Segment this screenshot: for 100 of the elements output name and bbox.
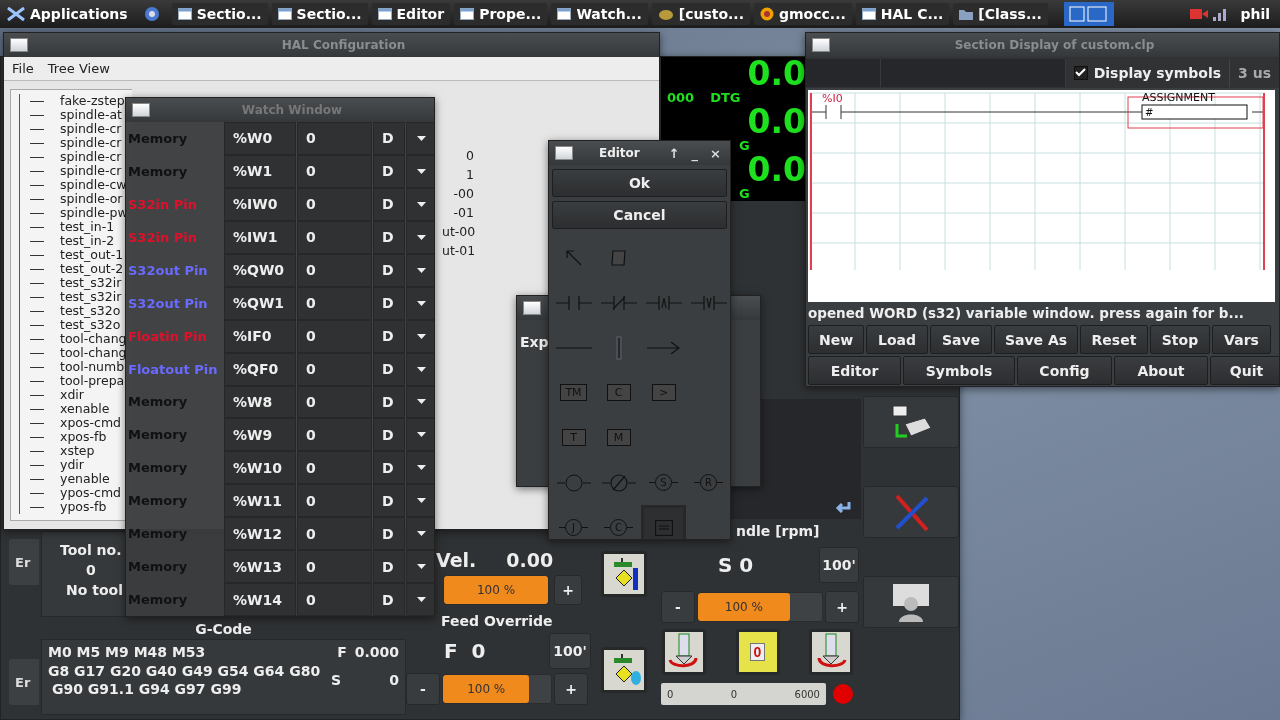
increase-button[interactable]: +: [825, 591, 859, 623]
format-dropdown[interactable]: [406, 451, 434, 485]
max-value-button[interactable]: 100': [549, 633, 591, 669]
task-button[interactable]: gmocc...: [754, 3, 852, 25]
format-dropdown[interactable]: [406, 484, 434, 518]
tree-item[interactable]: ydir: [60, 458, 84, 472]
coolant-button[interactable]: [600, 647, 647, 693]
tree-item[interactable]: test_s32ir: [60, 290, 122, 304]
tree-item[interactable]: test_out-1: [60, 248, 124, 262]
tree-item[interactable]: fake-zstep: [60, 94, 125, 108]
increase-button[interactable]: +: [554, 673, 588, 705]
tree-item[interactable]: tool-chang: [60, 346, 127, 360]
menu-item[interactable]: File: [12, 61, 34, 76]
toolbar-button[interactable]: Editor: [808, 356, 901, 385]
tree-item[interactable]: xstep: [60, 444, 95, 458]
side-tab[interactable]: Er: [9, 539, 39, 585]
task-button[interactable]: HAL C...: [855, 3, 950, 25]
toolbar-button[interactable]: Quit: [1210, 356, 1279, 385]
variable-name[interactable]: %W12: [224, 517, 296, 551]
spindle-button[interactable]: [809, 629, 853, 675]
variable-name[interactable]: %IF0: [224, 319, 296, 353]
tree-item[interactable]: spindle-or: [60, 192, 123, 206]
tree-item[interactable]: test_s32o: [60, 318, 121, 332]
task-button[interactable]: [custo...: [651, 3, 750, 25]
format-dropdown[interactable]: [406, 187, 434, 221]
spindle-button[interactable]: 0: [735, 629, 780, 675]
toolbar-button[interactable]: Save As: [994, 325, 1078, 354]
format-dropdown[interactable]: [406, 253, 434, 287]
window-control[interactable]: _: [688, 145, 702, 161]
override-slider[interactable]: 100 %: [697, 592, 823, 622]
tree-item[interactable]: ypos-cmd: [60, 486, 121, 500]
format-dropdown[interactable]: [406, 583, 434, 616]
format-dropdown[interactable]: [406, 154, 434, 188]
workspace-switcher-icon[interactable]: [1063, 2, 1114, 26]
tree-item[interactable]: test_s32o: [60, 304, 121, 318]
toolbar-button[interactable]: Stop: [1150, 325, 1210, 354]
globe-icon[interactable]: [143, 6, 160, 22]
tree-item[interactable]: tool-chang: [60, 332, 127, 346]
display-symbols-checkbox[interactable]: Display symbols: [1073, 64, 1230, 81]
variable-name[interactable]: %W13: [224, 550, 296, 584]
variable-name[interactable]: %W1: [224, 154, 296, 188]
text-field[interactable]: [806, 58, 881, 87]
override-slider[interactable]: 100 %: [442, 674, 552, 704]
format-dropdown[interactable]: [406, 418, 434, 452]
menu-item[interactable]: Tree View: [47, 61, 110, 76]
assignment-field[interactable]: [1141, 104, 1248, 120]
decrease-button[interactable]: -: [661, 591, 695, 623]
tree-item[interactable]: test_in-1: [60, 220, 115, 234]
format-dropdown[interactable]: [406, 286, 434, 320]
toolbar-button[interactable]: Reset: [1080, 325, 1148, 354]
window-control[interactable]: ×: [707, 145, 724, 161]
tree-item[interactable]: tool-prepa: [60, 374, 125, 388]
enter-icon[interactable]: [835, 501, 851, 513]
task-button[interactable]: Sectio...: [271, 3, 368, 25]
variable-name[interactable]: %QW1: [224, 286, 296, 320]
tree-item[interactable]: spindle-at: [60, 108, 122, 122]
override-slider[interactable]: 100 %: [443, 575, 549, 605]
tree-item[interactable]: xpos-cmd: [60, 416, 121, 430]
settings-button[interactable]: [863, 486, 959, 538]
dialog-button[interactable]: Cancel: [552, 201, 727, 229]
tree-item[interactable]: spindle-cr: [60, 136, 122, 150]
applications-menu[interactable]: Applications: [6, 6, 128, 22]
variable-name[interactable]: %W0: [224, 122, 296, 155]
tree-item[interactable]: ypos-fb: [60, 500, 107, 514]
task-button[interactable]: Sectio...: [171, 3, 268, 25]
format-dropdown[interactable]: [406, 122, 434, 155]
tree-item[interactable]: xpos-fb: [60, 430, 107, 444]
toolbar-button[interactable]: Symbols: [903, 356, 1015, 385]
variable-name[interactable]: %W14: [224, 583, 296, 616]
tree-item[interactable]: test_in-2: [60, 234, 115, 248]
format-dropdown[interactable]: [406, 517, 434, 551]
toolbar-button[interactable]: New: [808, 325, 864, 354]
tree-item[interactable]: test_s32ir: [60, 276, 122, 290]
variable-name[interactable]: %QF0: [224, 352, 296, 386]
variable-name[interactable]: %W11: [224, 484, 296, 518]
user-button[interactable]: [863, 576, 959, 628]
tree-item[interactable]: test_out-2: [60, 262, 124, 276]
format-dropdown[interactable]: [406, 385, 434, 419]
format-dropdown[interactable]: [406, 550, 434, 584]
tree-item[interactable]: spindle-cr: [60, 164, 122, 178]
format-dropdown[interactable]: [406, 319, 434, 353]
variable-name[interactable]: %W10: [224, 451, 296, 485]
task-button[interactable]: Prope...: [454, 3, 548, 25]
dialog-button[interactable]: Ok: [552, 169, 727, 197]
tree-item[interactable]: xenable: [60, 402, 110, 416]
format-dropdown[interactable]: [406, 220, 434, 254]
toolbar-button[interactable]: Save: [930, 325, 992, 354]
variable-name[interactable]: %QW0: [224, 253, 296, 287]
coolant-button[interactable]: [600, 551, 647, 597]
task-button[interactable]: Watch...: [551, 3, 648, 25]
tree-item[interactable]: yenable: [60, 472, 110, 486]
tree-item[interactable]: spindle-cw: [60, 178, 127, 192]
toolbar-button[interactable]: About: [1114, 356, 1208, 385]
variable-name[interactable]: %W8: [224, 385, 296, 419]
variable-name[interactable]: %IW1: [224, 220, 296, 254]
task-button[interactable]: Editor: [371, 3, 451, 25]
record-icon[interactable]: [1188, 6, 1209, 22]
format-dropdown[interactable]: [406, 352, 434, 386]
max-value-button[interactable]: 100': [819, 547, 859, 583]
task-button[interactable]: [Class...: [953, 3, 1048, 25]
